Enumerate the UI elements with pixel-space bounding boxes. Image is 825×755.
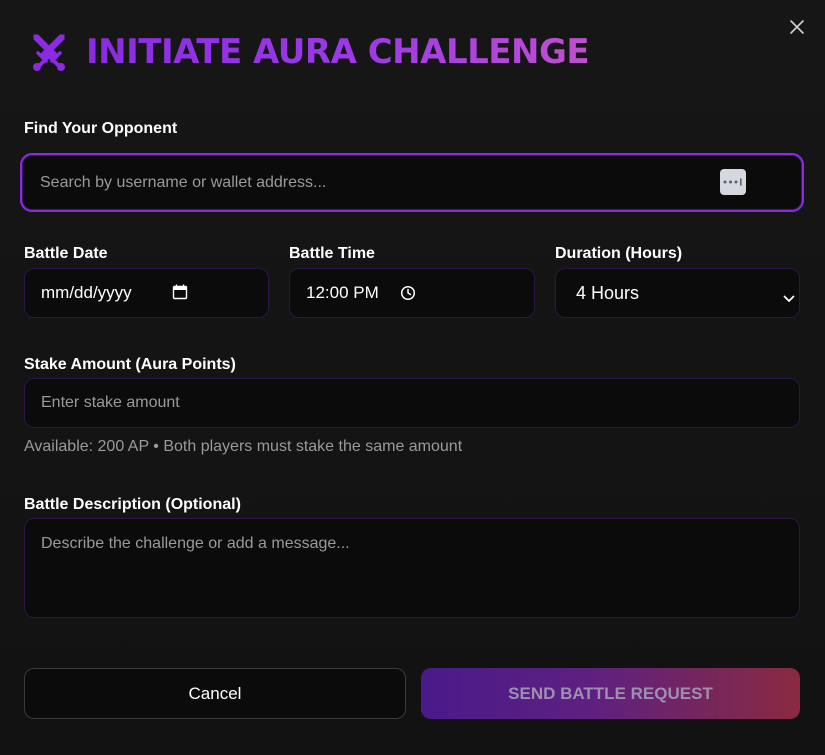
battle-date-value: mm/dd/yyyy [41, 283, 132, 302]
chevron-down-icon[interactable] [783, 288, 795, 309]
clock-icon[interactable] [400, 285, 416, 306]
battle-time-input[interactable]: 12:00 PM [289, 268, 535, 318]
close-icon[interactable] [787, 17, 807, 37]
battle-time-label: Battle Time [289, 245, 375, 262]
challenge-modal: INITIATE AURA CHALLENGE Find Your Oppone… [0, 0, 825, 755]
battle-date-input[interactable]: mm/dd/yyyy [24, 268, 269, 318]
battle-time-value: 12:00 PM [306, 283, 379, 302]
dialog-header: INITIATE AURA CHALLENGE [28, 30, 590, 74]
opponent-label: Find Your Opponent [24, 120, 178, 137]
send-battle-request-button[interactable]: SEND BATTLE REQUEST [421, 668, 800, 719]
send-button-label: SEND BATTLE REQUEST [508, 683, 713, 703]
stake-amount-input[interactable]: Enter stake amount [24, 378, 800, 428]
calendar-icon[interactable] [172, 284, 188, 305]
opponent-search-input[interactable]: Search by username or wallet address... [20, 153, 804, 212]
duration-select[interactable]: 4 Hours [555, 268, 800, 318]
description-textarea[interactable]: Describe the challenge or add a message.… [24, 518, 800, 618]
battle-date-label: Battle Date [24, 245, 108, 262]
cancel-button[interactable]: Cancel [24, 668, 406, 719]
duration-label: Duration (Hours) [555, 245, 683, 262]
duration-selected-value: 4 Hours [576, 282, 640, 303]
cancel-button-label: Cancel [188, 683, 242, 703]
opponent-search-placeholder: Search by username or wallet address... [40, 173, 327, 191]
dialog-title: INITIATE AURA CHALLENGE [86, 32, 590, 72]
stake-hint: Available: 200 AP • Both players must st… [24, 438, 463, 455]
stake-placeholder: Enter stake amount [41, 394, 180, 411]
description-label: Battle Description (Optional) [24, 496, 241, 513]
stake-label: Stake Amount (Aura Points) [24, 356, 236, 373]
description-placeholder: Describe the challenge or add a message.… [41, 535, 350, 552]
more-dots-icon[interactable] [720, 169, 746, 195]
crossed-swords-icon [28, 31, 70, 73]
